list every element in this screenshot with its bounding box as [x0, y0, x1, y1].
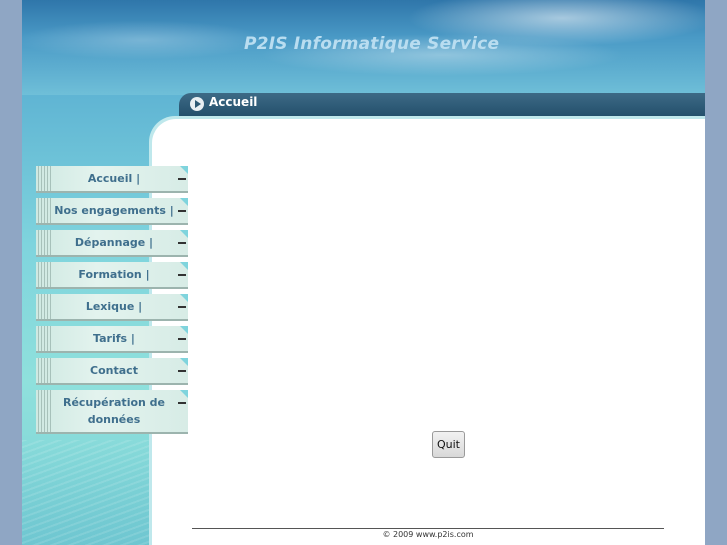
nav-item-recuperation-de-donnees[interactable]: Récupération de données	[36, 390, 188, 434]
nav-stripes-decoration	[38, 262, 52, 287]
dash-icon	[178, 338, 186, 340]
header-banner: P2IS Informatique Service	[22, 0, 705, 95]
dash-icon	[178, 178, 186, 180]
folded-corner-icon	[180, 166, 188, 174]
play-arrow-icon	[190, 97, 204, 111]
page-title: Accueil	[209, 95, 258, 109]
nav-stripes-decoration	[38, 390, 52, 432]
nav-item-contact[interactable]: Contact	[36, 358, 188, 385]
nav-stripes-decoration	[38, 358, 52, 383]
folded-corner-icon	[180, 230, 188, 238]
nav-item-label: Lexique |	[85, 300, 143, 313]
title-bar: Accueil	[179, 93, 705, 116]
folded-corner-icon	[180, 262, 188, 270]
nav-item-label: Contact	[90, 364, 138, 377]
sidebar-nav: Accueil | Nos engagements | Dépannage | …	[36, 166, 188, 439]
nav-stripes-decoration	[38, 166, 52, 191]
folded-corner-icon	[180, 294, 188, 302]
footer-copyright: © 2009 www.p2is.com	[382, 530, 474, 539]
folded-corner-icon	[180, 326, 188, 334]
nav-item-depannage[interactable]: Dépannage |	[36, 230, 188, 257]
nav-stripes-decoration	[38, 326, 52, 351]
nav-item-label: Nos engagements |	[54, 204, 174, 217]
decorative-water	[22, 440, 149, 545]
nav-item-tarifs[interactable]: Tarifs |	[36, 326, 188, 353]
folded-corner-icon	[180, 198, 188, 206]
page: P2IS Informatique Service Accueil Accuei…	[22, 0, 705, 545]
nav-stripes-decoration	[38, 294, 52, 319]
nav-item-label: Formation |	[78, 268, 150, 281]
nav-item-label: Récupération de données	[62, 396, 166, 426]
quit-button[interactable]: Quit	[432, 431, 465, 458]
nav-item-accueil[interactable]: Accueil |	[36, 166, 188, 193]
nav-item-label: Tarifs |	[93, 332, 135, 345]
dash-icon	[178, 306, 186, 308]
dash-icon	[178, 402, 186, 404]
dash-icon	[178, 274, 186, 276]
nav-item-label: Dépannage |	[74, 236, 154, 249]
dash-icon	[178, 370, 186, 372]
content-area	[152, 119, 705, 545]
nav-stripes-decoration	[38, 230, 52, 255]
footer-divider	[192, 528, 664, 529]
dash-icon	[178, 242, 186, 244]
site-title: P2IS Informatique Service	[244, 34, 500, 54]
folded-corner-icon	[180, 390, 188, 398]
nav-stripes-decoration	[38, 198, 52, 223]
nav-item-formation[interactable]: Formation |	[36, 262, 188, 289]
nav-item-lexique[interactable]: Lexique |	[36, 294, 188, 321]
folded-corner-icon	[180, 358, 188, 366]
dash-icon	[178, 210, 186, 212]
nav-item-nos-engagements[interactable]: Nos engagements |	[36, 198, 188, 225]
nav-item-label: Accueil |	[87, 172, 141, 185]
